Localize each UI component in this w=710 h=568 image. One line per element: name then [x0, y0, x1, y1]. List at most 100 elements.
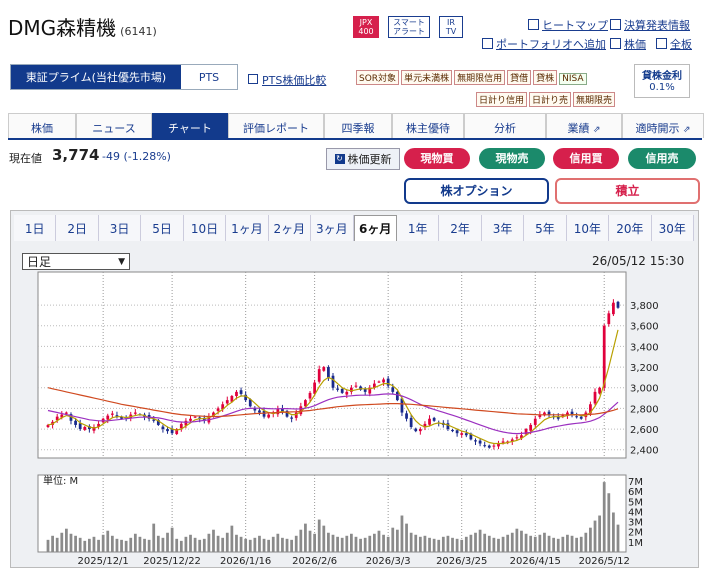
- tab-news[interactable]: ニュース: [76, 113, 152, 138]
- candle-39: [225, 400, 229, 404]
- board-icon: [656, 38, 667, 49]
- candle-95: [483, 445, 487, 447]
- tab-shikiho[interactable]: 四季報: [324, 113, 392, 138]
- candle-93: [474, 440, 477, 442]
- accumulate-button[interactable]: 積立: [555, 178, 700, 204]
- tab-rating-report[interactable]: 評価レポート: [228, 113, 324, 138]
- volume-bar-37: [216, 535, 220, 552]
- volume-bar-59: [317, 519, 321, 552]
- volume-bar-89: [455, 538, 459, 552]
- volume-bar-49: [271, 536, 275, 552]
- period-tab-11[interactable]: 3年: [482, 215, 525, 241]
- period-tab-12[interactable]: 5年: [524, 215, 567, 241]
- period-tab-5[interactable]: 1ヶ月: [226, 215, 269, 241]
- volume-bar-83: [428, 537, 431, 552]
- candle-81: [418, 429, 422, 432]
- pts-compare-link[interactable]: PTS株価比較: [248, 72, 326, 88]
- margin-sell-button[interactable]: 信用売: [628, 148, 696, 169]
- market-pts-tab[interactable]: PTS: [181, 65, 237, 89]
- current-price-label: 現在値: [9, 152, 42, 165]
- volume-bar-12: [101, 534, 105, 552]
- tab-chart[interactable]: チャート: [152, 113, 228, 138]
- candle-94: [478, 440, 482, 444]
- period-tab-1[interactable]: 2日: [56, 215, 99, 241]
- volume-bar-62: [331, 534, 335, 552]
- volume-bar-102: [515, 528, 519, 552]
- volume-bar-101: [510, 532, 514, 552]
- volume-bar-33: [198, 539, 202, 552]
- volume-bar-114: [570, 535, 574, 552]
- volume-bar-56: [304, 523, 307, 552]
- period-tab-2[interactable]: 3日: [99, 215, 142, 241]
- date-tick-label-3: 2026/2/6: [292, 556, 337, 566]
- candle-119: [593, 391, 597, 404]
- candle-60: [322, 367, 326, 371]
- add-portfolio-link[interactable]: ポートフォリオへ追加: [482, 36, 606, 52]
- heatmap-link[interactable]: ヒートマップ: [528, 17, 608, 33]
- external-link-icon: ⇗: [592, 125, 601, 135]
- candle-76: [395, 391, 399, 401]
- volume-bar-67: [354, 536, 358, 552]
- date-tick-label-1: 2025/12/22: [143, 556, 201, 566]
- buy-button[interactable]: 現物買: [404, 148, 470, 169]
- volume-bar-20: [138, 536, 142, 552]
- volume-bar-3: [60, 532, 64, 552]
- period-tab-0[interactable]: 1日: [14, 215, 57, 241]
- volume-bar-81: [418, 536, 422, 552]
- volume-bar-44: [248, 539, 252, 552]
- candle-26: [166, 429, 169, 432]
- tag-lending: 貸借: [507, 70, 532, 85]
- period-tab-3[interactable]: 5日: [141, 215, 184, 241]
- margin-buy-button[interactable]: 信用買: [553, 148, 619, 169]
- tab-price[interactable]: 株価: [8, 113, 76, 138]
- stock-option-button[interactable]: 株オプション: [404, 178, 549, 204]
- period-tab-8[interactable]: 6ヶ月: [353, 215, 397, 241]
- volume-bar-46: [258, 535, 261, 552]
- volume-bar-11: [97, 539, 100, 552]
- volume-bar-10: [92, 536, 96, 552]
- tab-disclosure[interactable]: 適時開示 ⇗: [622, 113, 704, 138]
- chart-type-select[interactable]: 日足 ▼: [22, 253, 130, 270]
- period-tab-4[interactable]: 10日: [184, 215, 227, 241]
- jpx400-badge[interactable]: JPX 400: [353, 16, 379, 38]
- tab-earnings[interactable]: 業績 ⇗: [546, 113, 622, 138]
- tab-benefits[interactable]: 株主優待: [392, 113, 464, 138]
- volume-bar-14: [110, 535, 114, 552]
- period-tab-6[interactable]: 2ヶ月: [269, 215, 312, 241]
- refresh-icon: ↻: [334, 154, 345, 164]
- period-tab-10[interactable]: 2年: [439, 215, 482, 241]
- volume-bar-107: [538, 534, 542, 552]
- refresh-button[interactable]: ↻ 株価更新: [326, 148, 400, 170]
- period-tab-9[interactable]: 1年: [397, 215, 440, 241]
- candle-7: [78, 423, 82, 430]
- volume-bar-29: [179, 540, 183, 552]
- sell-button[interactable]: 現物売: [479, 148, 545, 169]
- chevron-down-icon: ▼: [118, 256, 125, 267]
- volume-bar-24: [156, 535, 160, 552]
- market-primary-tab[interactable]: 東証プライム(当社優先市場): [11, 65, 181, 89]
- date-tick-label-5: 2026/3/25: [436, 556, 487, 566]
- tab-analysis[interactable]: 分析: [464, 113, 546, 138]
- tag-sor: SOR対象: [356, 70, 400, 85]
- period-tab-14[interactable]: 20年: [609, 215, 652, 241]
- external-link-icon: ⇗: [682, 125, 691, 135]
- date-tick-label-4: 2026/3/3: [366, 556, 411, 566]
- price-link[interactable]: 株価: [610, 36, 646, 52]
- volume-bar-76: [395, 529, 399, 552]
- volume-bar-64: [340, 537, 344, 552]
- volume-bar-124: [616, 524, 620, 552]
- volume-bar-16: [120, 539, 123, 552]
- period-tab-7[interactable]: 3ヶ月: [311, 215, 354, 241]
- period-tab-15[interactable]: 30年: [652, 215, 694, 241]
- candle-48: [267, 414, 271, 418]
- full-board-link[interactable]: 全板: [656, 36, 692, 52]
- smart-alert-badge[interactable]: スマート アラート: [388, 16, 430, 38]
- ir-tv-badge[interactable]: IR TV: [439, 16, 463, 38]
- earnings-link[interactable]: 決算発表情報: [610, 17, 690, 33]
- volume-bar-2: [55, 537, 59, 552]
- volume-bar-19: [133, 533, 137, 552]
- volume-bar-90: [460, 539, 464, 552]
- volume-bar-105: [529, 535, 533, 552]
- period-tab-13[interactable]: 10年: [567, 215, 610, 241]
- volume-bar-79: [409, 532, 413, 552]
